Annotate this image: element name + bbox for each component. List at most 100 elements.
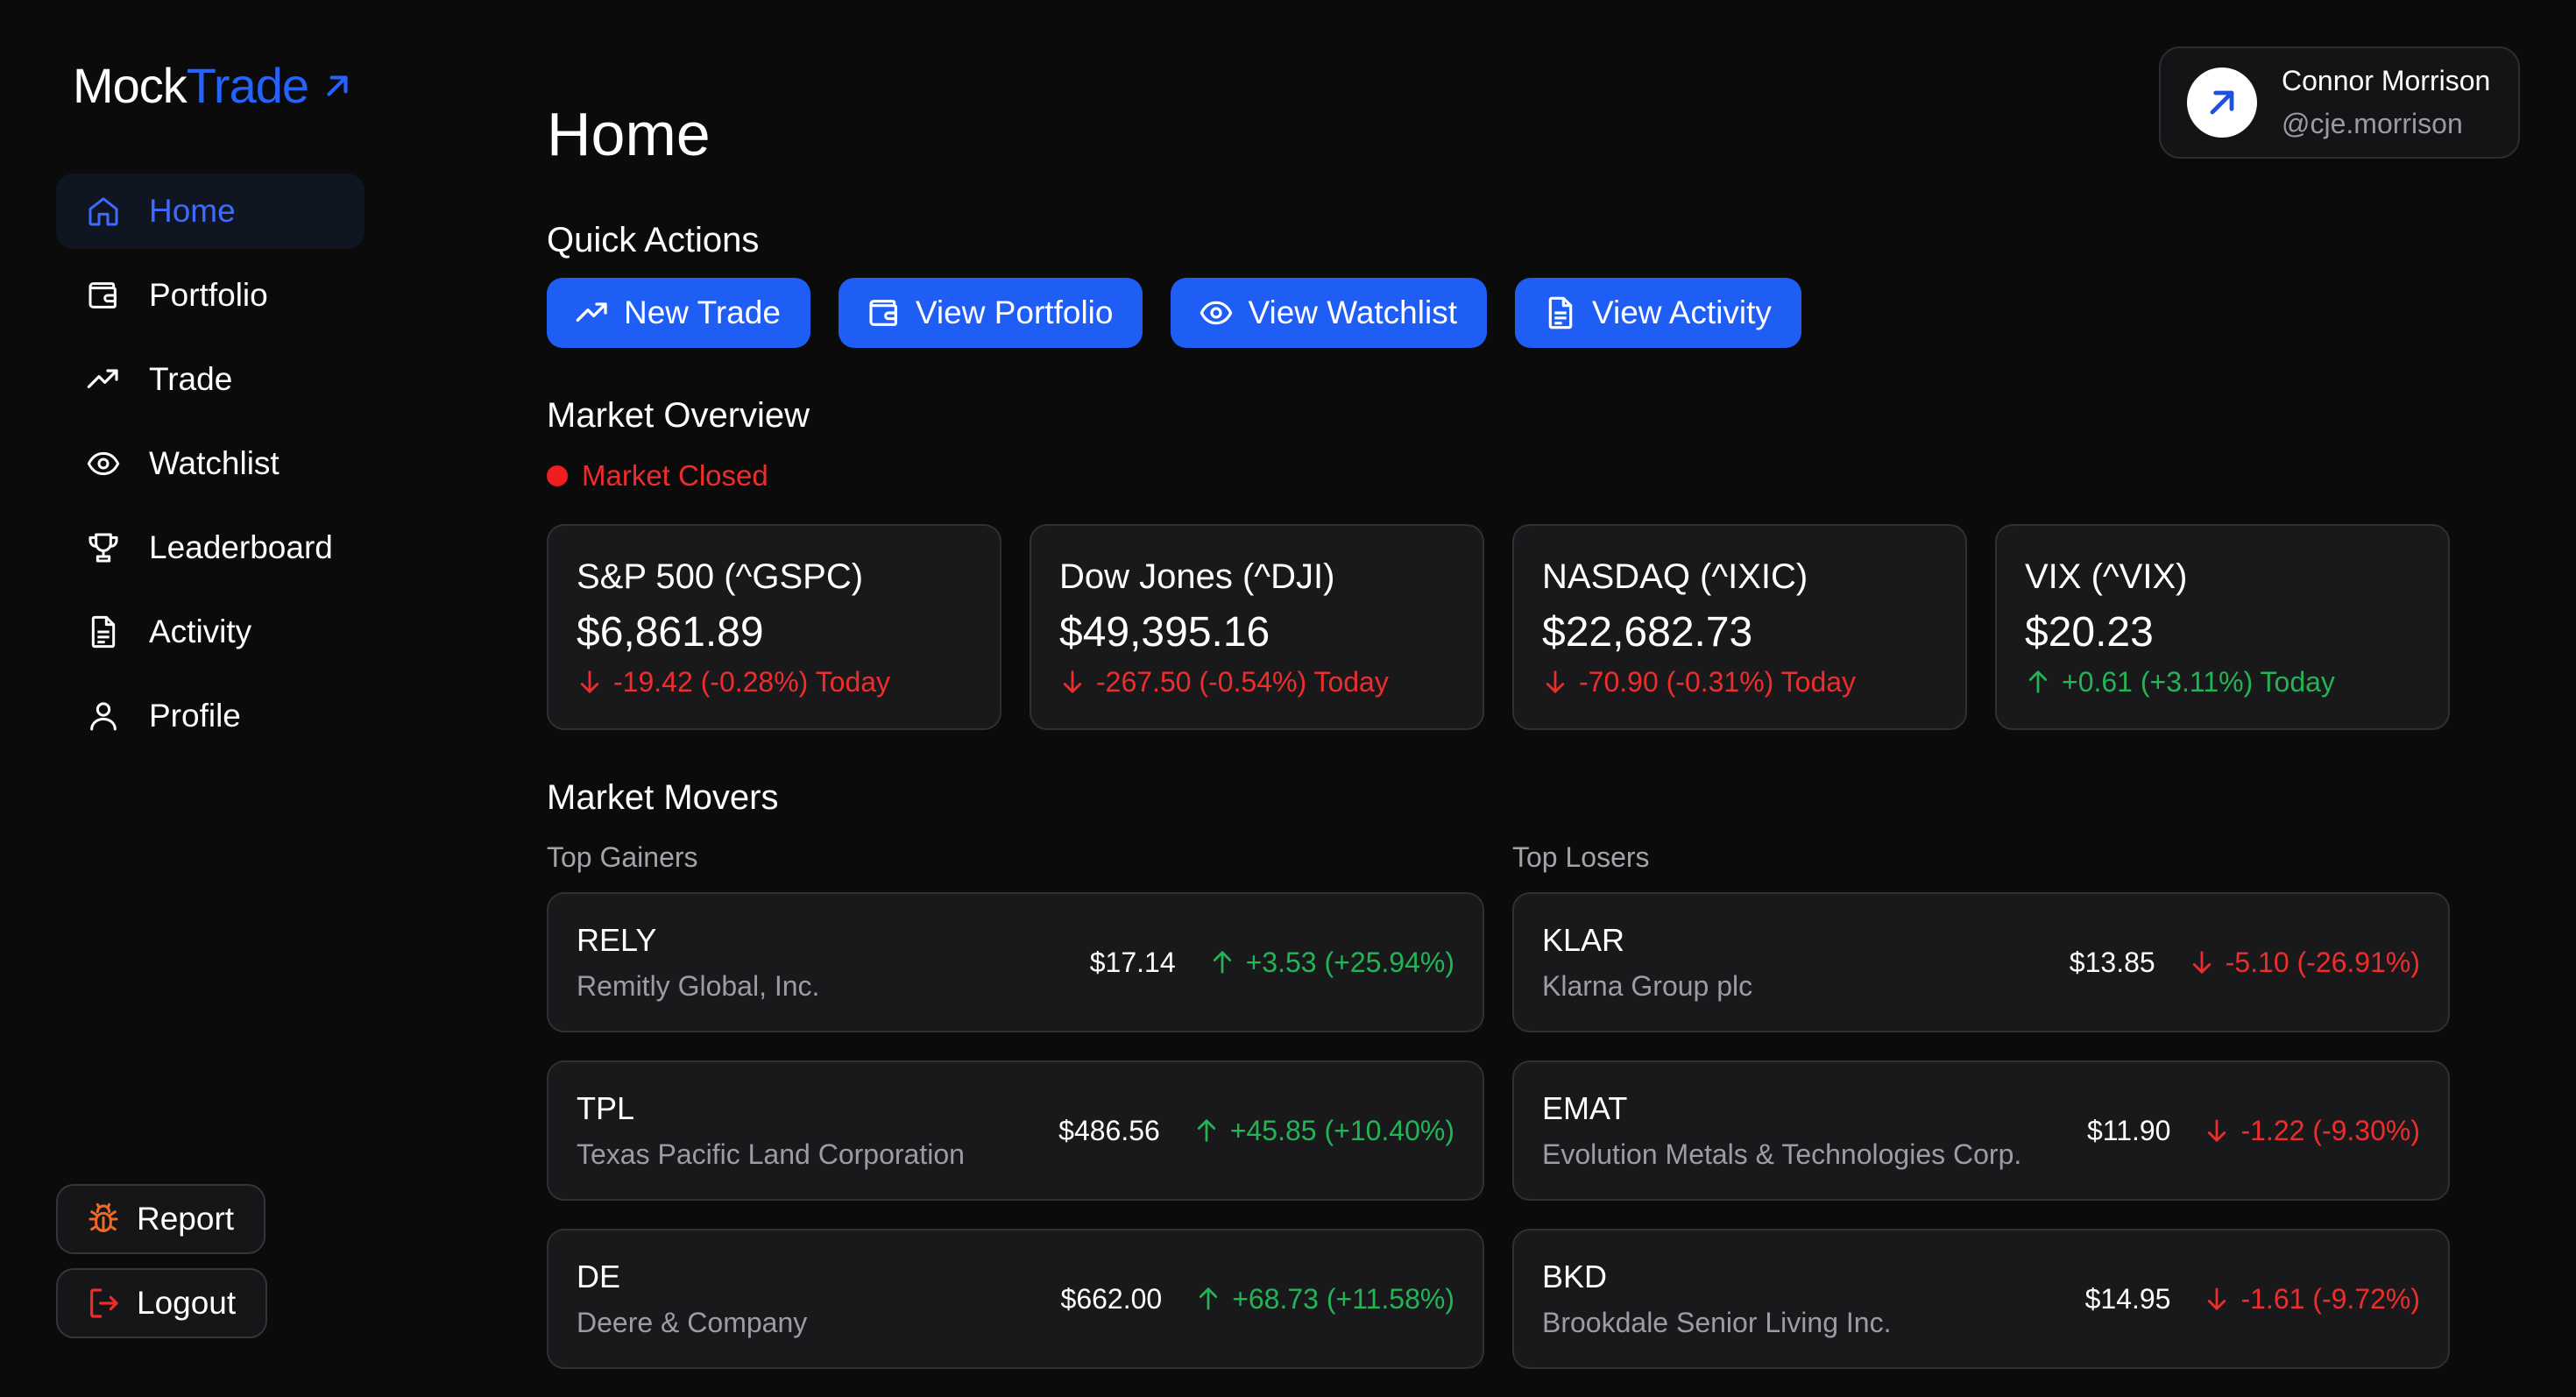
index-change: +0.61 (+3.11%) Today — [2025, 668, 2448, 696]
index-name: Dow Jones (^DJI) — [1059, 557, 1335, 596]
index-price: $6,861.89 — [577, 609, 764, 656]
logo-text-trade: Trade — [186, 58, 309, 113]
logo-text-mock: Mock — [73, 58, 188, 113]
list-item[interactable]: RELY Remitly Global, Inc. $17.14 +3.53 (… — [547, 892, 1484, 1032]
sidebar-item-home[interactable]: Home — [56, 174, 364, 249]
arrow-up-icon — [1209, 949, 1235, 975]
view-portfolio-button[interactable]: View Portfolio — [838, 278, 1143, 348]
sidebar-item-leaderboard[interactable]: Leaderboard — [56, 510, 364, 585]
market-status: Market Closed — [547, 459, 768, 493]
sidebar-item-portfolio[interactable]: Portfolio — [56, 258, 364, 333]
index-name: NASDAQ (^IXIC) — [1542, 557, 1808, 596]
mover-price: $13.85 — [2069, 946, 2155, 978]
list-item[interactable]: TPL Texas Pacific Land Corporation $486.… — [547, 1060, 1484, 1201]
view-watchlist-button[interactable]: View Watchlist — [1171, 278, 1487, 348]
mover-change: -1.22 (-9.30%) — [2204, 1115, 2420, 1147]
user-profile-card[interactable]: Connor Morrison @cje.morrison — [2159, 46, 2520, 159]
button-label: New Trade — [624, 294, 781, 330]
report-button[interactable]: Report — [56, 1184, 266, 1254]
mover-values: $13.85 -5.10 (-26.91%) — [2070, 947, 2420, 979]
sidebar-item-label: Portfolio — [149, 277, 268, 313]
index-card[interactable]: VIX (^VIX) $20.23 +0.61 (+3.11%) Today — [1995, 524, 2450, 730]
mover-change: +68.73 (+11.58%) — [1195, 1283, 1454, 1315]
mover-change-text: +68.73 (+11.58%) — [1232, 1282, 1454, 1315]
mover-company: Brookdale Senior Living Inc. — [1542, 1307, 1892, 1338]
mover-change: +3.53 (+25.94%) — [1209, 947, 1454, 979]
app-logo[interactable]: Mock Trade — [73, 61, 354, 110]
market-overview-title: Market Overview — [547, 396, 810, 435]
mover-company: Remitly Global, Inc. — [577, 970, 820, 1002]
new-trade-button[interactable]: New Trade — [547, 278, 810, 348]
mover-change-text: +45.85 (+10.40%) — [1229, 1114, 1454, 1146]
mover-change-text: +3.53 (+25.94%) — [1245, 946, 1454, 978]
mover-change-text: -1.22 (-9.30%) — [2240, 1114, 2420, 1146]
logout-button[interactable]: Logout — [56, 1268, 268, 1338]
index-card[interactable]: Dow Jones (^DJI) $49,395.16 -267.50 (-0.… — [1030, 524, 1484, 730]
sidebar-item-activity[interactable]: Activity — [56, 594, 364, 670]
mover-info: DE Deere & Company — [577, 1261, 807, 1337]
index-change-text: +0.61 (+3.11%) Today — [2062, 666, 2335, 698]
index-card[interactable]: NASDAQ (^IXIC) $22,682.73 -70.90 (-0.31%… — [1512, 524, 1967, 730]
wallet-icon — [867, 295, 902, 330]
list-item[interactable]: BKD Brookdale Senior Living Inc. $14.95 … — [1512, 1229, 2450, 1369]
arrow-up-right-icon — [321, 69, 354, 103]
index-name: VIX (^VIX) — [2025, 557, 2188, 596]
top-gainers-list: RELY Remitly Global, Inc. $17.14 +3.53 (… — [547, 892, 1484, 1397]
mover-symbol: DE — [577, 1259, 621, 1294]
logout-icon — [86, 1286, 121, 1321]
mover-price: $17.14 — [1089, 946, 1176, 978]
list-item[interactable]: EMAT Evolution Metals & Technologies Cor… — [1512, 1060, 2450, 1201]
mover-price: $662.00 — [1060, 1282, 1163, 1315]
sidebar-nav: Home Portfolio Trade Watchlist Leaderboa… — [56, 174, 364, 762]
mover-change: -1.61 (-9.72%) — [2204, 1283, 2420, 1315]
index-price: $22,682.73 — [1542, 609, 1753, 656]
arrow-down-icon — [1542, 669, 1568, 695]
mover-values: $17.14 +3.53 (+25.94%) — [1090, 947, 1454, 979]
report-label: Report — [137, 1201, 235, 1237]
user-info: Connor Morrison @cje.morrison — [2282, 65, 2490, 140]
sidebar: Mock Trade Home Portfolio Trade Watchlis… — [0, 0, 394, 1394]
index-price: $49,395.16 — [1059, 609, 1270, 656]
quick-actions: New Trade View Portfolio View Watchlist … — [547, 278, 1829, 348]
page-title: Home — [547, 100, 711, 168]
arrow-up-icon — [1193, 1117, 1220, 1144]
wallet-icon — [84, 276, 123, 315]
view-activity-button[interactable]: View Activity — [1514, 278, 1801, 348]
index-card[interactable]: S&P 500 (^GSPC) $6,861.89 -19.42 (-0.28%… — [547, 524, 1001, 730]
mover-company: Evolution Metals & Technologies Corp. — [1542, 1138, 2022, 1170]
sidebar-item-label: Trade — [149, 361, 233, 397]
sidebar-item-trade[interactable]: Trade — [56, 342, 364, 417]
trending-up-icon — [575, 295, 610, 330]
mover-info: BKD Brookdale Senior Living Inc. — [1542, 1261, 1891, 1337]
index-price: $20.23 — [2025, 609, 2154, 656]
sidebar-item-label: Activity — [149, 613, 252, 649]
trending-up-icon — [84, 360, 123, 399]
index-change: -19.42 (-0.28%) Today — [577, 668, 1000, 696]
quick-actions-title: Quick Actions — [547, 221, 760, 259]
mover-info: TPL Texas Pacific Land Corporation — [577, 1093, 965, 1169]
list-item[interactable]: DE Deere & Company $662.00 +68.73 (+11.5… — [547, 1229, 1484, 1369]
mover-info: KLAR Klarna Group plc — [1542, 925, 1752, 1001]
arrow-down-icon — [2204, 1117, 2230, 1144]
index-change: -70.90 (-0.31%) Today — [1542, 668, 1965, 696]
home-icon — [84, 192, 123, 230]
index-change-text: -267.50 (-0.54%) Today — [1096, 666, 1389, 698]
arrow-up-icon — [1195, 1286, 1221, 1312]
top-gainers-label: Top Gainers — [547, 841, 698, 873]
index-cards: S&P 500 (^GSPC) $6,861.89 -19.42 (-0.28%… — [547, 524, 2450, 730]
sidebar-item-watchlist[interactable]: Watchlist — [56, 426, 364, 501]
sidebar-item-label: Home — [149, 193, 236, 229]
mover-info: EMAT Evolution Metals & Technologies Cor… — [1542, 1093, 2022, 1170]
list-item[interactable]: KLAR Klarna Group plc $13.85 -5.10 (-26.… — [1512, 892, 2450, 1032]
button-label: View Activity — [1591, 294, 1772, 330]
mover-info: RELY Remitly Global, Inc. — [577, 925, 820, 1002]
sidebar-item-label: Leaderboard — [149, 529, 333, 565]
arrow-down-icon — [2189, 949, 2215, 975]
sidebar-item-profile[interactable]: Profile — [56, 678, 364, 754]
button-label: View Portfolio — [915, 294, 1114, 330]
mover-change: +45.85 (+10.40%) — [1193, 1115, 1454, 1147]
mover-values: $662.00 +68.73 (+11.58%) — [1061, 1283, 1454, 1315]
market-status-label: Market Closed — [582, 459, 768, 492]
mover-values: $14.95 -1.61 (-9.72%) — [2085, 1283, 2420, 1315]
index-change-text: -19.42 (-0.28%) Today — [613, 666, 891, 698]
